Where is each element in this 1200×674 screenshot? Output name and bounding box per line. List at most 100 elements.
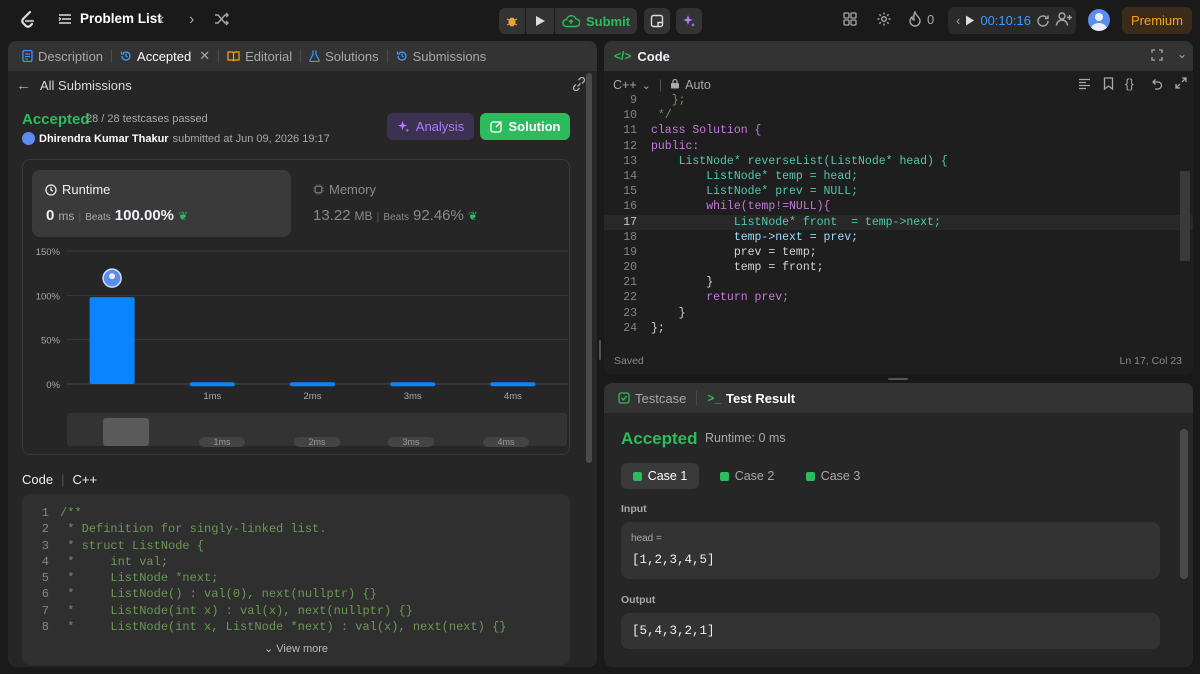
prev-problem-icon[interactable]: ‹ [159,11,164,29]
chevron-down-icon: ⌄ [641,79,651,92]
runtime-value: 0 [46,207,55,224]
link-icon[interactable] [571,76,587,94]
undo-icon[interactable] [1150,77,1163,93]
nav-label: 4ms [483,437,529,447]
maximize-icon[interactable] [1151,49,1163,64]
runtime-unit: ms [58,209,75,223]
premium-button[interactable]: Premium [1122,7,1192,34]
expand-icon[interactable] [1175,77,1187,92]
editor-line: 14 ListNode* temp = head; [604,169,1193,184]
tab-solutions[interactable]: Solutions [305,49,382,64]
editor-scrollbar[interactable] [1180,171,1190,261]
next-problem-icon[interactable]: › [189,11,194,29]
timer-play-icon[interactable] [965,15,975,26]
runtime-card[interactable]: Runtime 0 ms | Beats 100.00% ❦ [32,170,291,237]
chip-icon [313,184,324,195]
tab-test-result[interactable]: >_ Test Result [703,391,799,406]
username[interactable]: Dhirendra Kumar Thakur [39,133,169,145]
code-text: */ [651,109,672,123]
streak-counter[interactable]: 0 [908,11,934,27]
reset-icon[interactable] [1036,14,1050,28]
problem-list-button[interactable]: Problem List [58,11,162,26]
code-text: } [651,306,686,320]
code-line: 8 * ListNode(int x, ListNode *next) : va… [22,619,570,635]
y-tick-label: 0% [46,380,60,391]
result-scrollbar[interactable] [1180,429,1188,579]
runtime-bar[interactable] [290,382,335,387]
timer-collapse-icon[interactable]: ‹ [956,13,960,28]
tab-label: Test Result [726,390,796,406]
tab-testcase[interactable]: Testcase [614,391,690,406]
tab-label: Description [38,48,104,64]
close-tab-icon[interactable]: ✕ [199,48,210,64]
code-text: return prev; [651,291,790,305]
case-tab-3[interactable]: Case 3 [794,463,872,489]
streak-count: 0 [927,11,935,27]
runtime-bar[interactable] [89,297,135,384]
run-button[interactable] [526,8,554,34]
analysis-label: Analysis [415,119,465,134]
leetcode-logo[interactable] [18,10,38,30]
code-text: * ListNode() : val(0), next(nullptr) {} [60,587,377,602]
user-avatar[interactable] [22,132,35,145]
format-icon[interactable] [1078,78,1091,93]
history-icon [120,51,131,61]
chart-navigator[interactable]: 1ms 2ms 3ms 4ms [67,413,567,447]
ai-button[interactable] [676,8,702,34]
view-more-button[interactable]: ⌄ View more [22,642,570,655]
scrollbar-thumb[interactable] [586,73,592,463]
runtime-distribution-chart: 0% 50% 100% 150% 1ms 2ms 3ms 4ms [36,247,568,402]
chevron-down-icon[interactable]: ⌄ [1177,47,1187,61]
case-tab-2[interactable]: Case 2 [708,463,786,489]
tab-accepted[interactable]: Accepted ✕ [116,48,214,64]
editor-title: Code [637,48,670,64]
shuffle-icon[interactable] [214,12,230,26]
runtime-bar[interactable] [390,382,436,387]
editor-line: 12 public: [604,139,1193,154]
solution-button[interactable]: Solution [480,113,570,140]
code-text: ListNode* front = temp->next; [651,215,941,229]
tab-submissions[interactable]: Submissions [392,49,491,64]
line-number: 15 [623,185,637,199]
analysis-button[interactable]: Analysis [387,113,474,140]
sparkle-icon [397,120,409,133]
output-box: [5,4,3,2,1] [621,613,1160,649]
tab-label: Solutions [325,48,379,64]
tab-editorial[interactable]: Editorial [223,49,296,64]
tab-description[interactable]: Description [18,49,107,64]
settings-gear-icon[interactable] [876,11,892,27]
case-label: Case 2 [734,469,775,483]
bookmark-icon[interactable] [1103,77,1114,93]
document-icon [22,50,33,62]
case-label: Case 3 [820,469,861,483]
autocomplete-mode[interactable]: Auto [685,78,711,92]
tab-label: Testcase [635,390,687,406]
add-user-icon[interactable] [1055,11,1073,27]
all-submissions-link[interactable]: ← All Submissions [16,77,132,94]
avatar[interactable] [1088,9,1110,31]
submit-button[interactable]: Submit [555,8,637,34]
submitted-code-block[interactable]: 1/** 2 * Definition for singly-linked lis… [22,494,570,665]
divider: | [376,211,380,223]
cloud-upload-icon [562,15,580,28]
code-text: public: [651,139,700,153]
code-line: 5 * ListNode *next; [22,570,570,586]
code-brackets-icon: </> [614,49,632,63]
braces-icon[interactable]: {} [1125,76,1134,91]
vertical-splitter[interactable] [599,340,601,360]
case-tab-1[interactable]: Case 1 [621,463,699,489]
left-scrollbar[interactable] [586,73,592,665]
runtime-bar[interactable] [490,382,536,387]
navigator-window[interactable] [103,418,149,446]
layout-icon[interactable] [843,12,857,26]
horizontal-splitter[interactable] [888,378,908,380]
code-editor[interactable]: 9 }; 10 */11 class Solution {12 public: 13 L… [604,93,1193,337]
history-icon [396,51,407,61]
debug-button[interactable] [499,8,525,34]
memory-card[interactable]: Memory 13.22 MB | Beats 92.46% ❦ [299,170,558,237]
runtime-bar[interactable] [189,382,235,387]
language-select[interactable]: C++ ⌄ [613,78,651,92]
notes-button[interactable] [644,8,670,34]
code-text: }; [651,321,665,335]
testcases-passed: 28 / 28 testcases passed [86,113,208,125]
